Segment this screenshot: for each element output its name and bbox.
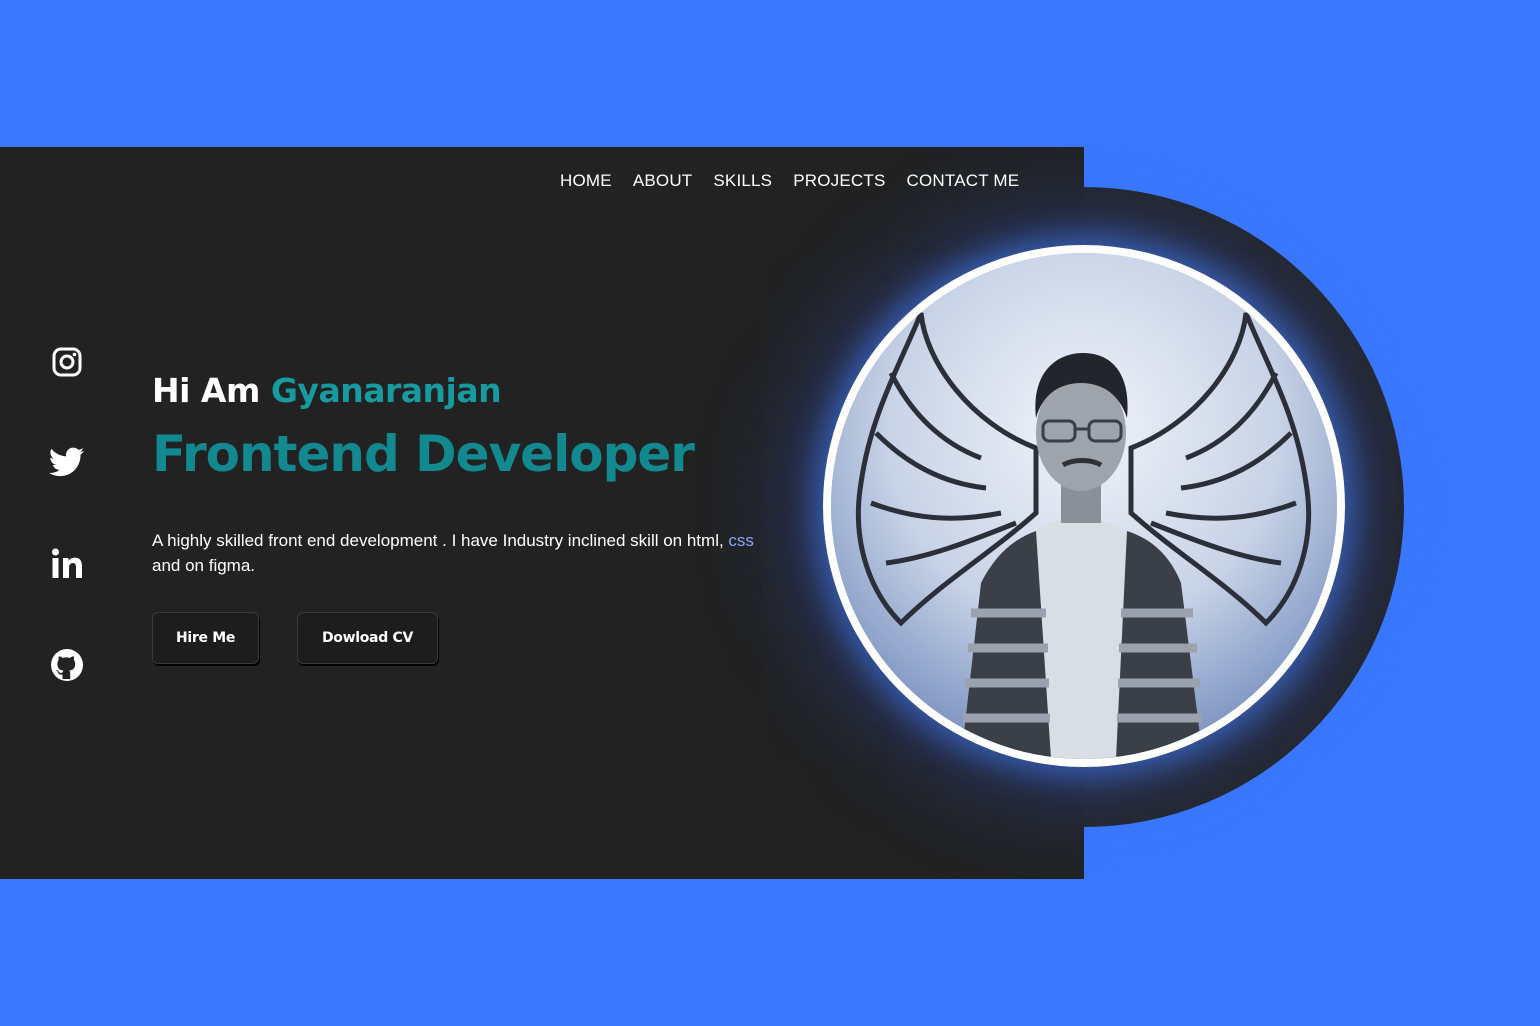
greeting-text: Hi Am xyxy=(152,371,271,410)
description-line-1: A highly skilled front end development .… xyxy=(152,528,820,553)
profile-illustration xyxy=(831,253,1337,759)
main-nav: HOME ABOUT SKILLS PROJECTS CONTACT ME xyxy=(560,171,1019,191)
github-icon[interactable] xyxy=(48,646,86,684)
download-cv-button[interactable]: Dowload CV xyxy=(297,612,438,664)
role-title: Frontend Developer xyxy=(152,425,695,483)
description: A highly skilled front end development .… xyxy=(152,528,852,578)
nav-contact-me[interactable]: CONTACT ME xyxy=(907,171,1020,191)
twitter-icon[interactable] xyxy=(48,444,86,482)
nav-about[interactable]: ABOUT xyxy=(633,171,693,191)
instagram-icon[interactable] xyxy=(48,343,86,381)
greeting-heading: Hi Am Gyanaranjan xyxy=(152,371,502,410)
hero-section: HOME ABOUT SKILLS PROJECTS CONTACT ME Hi… xyxy=(0,147,1540,879)
description-highlight: css xyxy=(728,531,754,550)
linkedin-icon[interactable] xyxy=(48,545,86,583)
owner-name: Gyanaranjan xyxy=(270,371,502,410)
nav-home[interactable]: HOME xyxy=(560,171,612,191)
description-text: A highly skilled front end development .… xyxy=(152,531,729,550)
nav-skills[interactable]: SKILLS xyxy=(713,171,772,191)
hire-me-button[interactable]: Hire Me xyxy=(152,612,259,664)
description-line-2: and on figma. xyxy=(152,556,256,575)
profile-photo xyxy=(823,245,1345,767)
nav-projects[interactable]: PROJECTS xyxy=(793,171,885,191)
